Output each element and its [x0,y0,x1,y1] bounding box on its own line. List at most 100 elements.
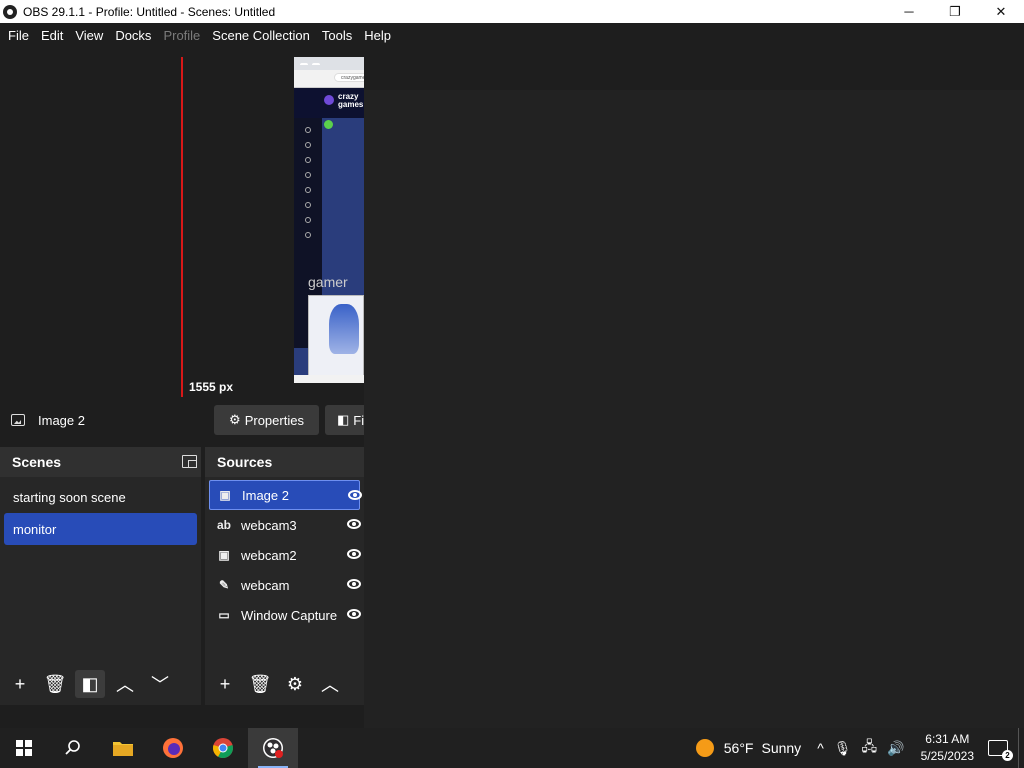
captured-logo-icon [324,95,334,105]
menu-scene-collection[interactable]: Scene Collection [206,28,316,43]
start-button[interactable] [0,728,48,768]
visibility-eye-icon[interactable] [347,609,361,619]
visibility-eye-icon[interactable] [347,549,361,559]
source-item-window-capture[interactable]: ▭ Window Capture [209,600,361,630]
remove-scene-button[interactable]: 🗑 [40,670,70,698]
menu-edit[interactable]: Edit [35,28,69,43]
obs-taskbar-button[interactable] [248,728,298,768]
show-desktop-button[interactable] [1018,728,1024,768]
scenes-toolbar: + 🗑 ◧ ︿ ﹀ [0,669,175,699]
captured-footer [294,375,364,383]
sun-icon[interactable] [695,739,714,757]
folder-icon [113,742,133,756]
filter-icon: ◧ [81,673,99,694]
search-button[interactable] [48,728,98,768]
taskbar: 56°F Sunny ^ 🎙 🖧 🔊 6:31 AM 5/25/2023 2 [0,728,1024,768]
alignment-guide-line [181,57,183,397]
menu-bar: File Edit View Docks Profile Scene Colle… [0,23,1024,47]
window-controls: ─ ❐ ✕ [886,0,1024,23]
notification-badge: 2 [1002,750,1013,761]
visibility-eye-icon[interactable] [348,490,362,500]
restore-button[interactable]: ❐ [932,0,978,23]
weather-temperature[interactable]: 56°F [724,740,754,756]
chrome-icon [213,738,233,759]
move-scene-up-button[interactable]: ︿ [110,670,140,698]
properties-button[interactable]: ⚙ Properties [214,405,319,435]
filter-icon: ◧ [337,412,350,427]
window-title: OBS 29.1.1 - Profile: Untitled - Scenes:… [23,4,276,19]
preview-canvas[interactable]: 1555 px crazy games gamer crazygames.com… [0,47,364,397]
scene-item-starting-soon[interactable]: starting soon scene [4,481,197,513]
windows-logo-icon [16,740,32,756]
character-image [329,304,359,354]
minimize-button[interactable]: ─ [886,0,932,23]
source-item-image-2[interactable]: ▣ Image 2 [209,480,362,510]
chevron-down-icon: ﹀ [151,675,169,695]
visibility-eye-icon[interactable] [347,579,361,589]
empty-dock-area [364,90,1024,728]
source-label: Window Capture [241,607,338,623]
scenes-dock-header: Scenes [0,447,201,477]
add-source-button[interactable]: + [210,670,240,698]
window-capture-source[interactable]: crazy games gamer [294,57,364,383]
move-source-up-button[interactable]: ︿ [315,670,345,698]
gear-icon: ⚙ [286,673,304,694]
source-context-bar: Image 2 ⚙ Properties ◧ Fi [0,400,364,440]
source-item-webcam2[interactable]: ▣ webcam2 [209,540,361,570]
source-item-webcam[interactable]: ✎ webcam [209,570,361,600]
image-icon [11,414,25,426]
gear-icon: ⚙ [229,412,241,427]
selected-source-name: Image 2 [38,412,85,428]
move-scene-down-button[interactable]: ﹀ [145,670,175,698]
chevron-up-icon: ︿ [321,675,339,695]
chevron-up-icon[interactable]: ^ [817,740,824,756]
captured-tab [312,62,320,65]
clock-time: 6:31 AM [925,732,970,746]
search-icon [65,740,80,755]
weather-description[interactable]: Sunny [761,740,801,756]
menu-view[interactable]: View [69,28,109,43]
filters-label: Fi [353,412,364,428]
undock-icon[interactable] [182,455,197,468]
brush-icon: ✎ [218,578,230,592]
clock[interactable]: 6:31 AM 5/25/2023 [921,731,974,765]
menu-profile[interactable]: Profile [157,28,206,43]
chrome-button[interactable] [198,728,248,768]
scenes-dock: Scenes starting soon scene monitor + 🗑 ◧… [0,447,201,705]
scene-filters-button[interactable]: ◧ [75,670,105,698]
speaker-icon[interactable]: 🔊 [887,740,904,757]
sources-dock-header: Sources [205,447,364,477]
plus-icon: + [219,673,231,694]
menu-docks[interactable]: Docks [109,28,157,43]
window-icon: ▭ [218,608,230,622]
menu-help[interactable]: Help [358,28,397,43]
captured-tab-row [294,57,364,70]
firefox-button[interactable] [148,728,198,768]
notification-icon[interactable]: 2 [988,740,1013,761]
system-tray: 56°F Sunny ^ 🎙 🖧 🔊 6:31 AM 5/25/2023 2 [695,728,1024,768]
image-source-preview[interactable] [308,295,364,377]
remove-source-button[interactable]: 🗑 [245,670,275,698]
captured-overlay-text: gamer [308,274,348,290]
network-icon[interactable]: 🖧 [862,736,878,760]
source-item-webcam3[interactable]: ab webcam3 [209,510,361,540]
add-scene-button[interactable]: + [5,670,35,698]
menu-tools[interactable]: Tools [316,28,358,43]
source-properties-button[interactable]: ⚙ [280,670,310,698]
distance-label: 1555 px [189,380,234,394]
image-icon: ▣ [219,488,231,502]
title-bar: OBS 29.1.1 - Profile: Untitled - Scenes:… [0,0,1024,23]
firefox-icon [163,738,183,758]
source-label: Image 2 [242,487,289,503]
filters-button[interactable]: ◧ Fi [325,405,364,435]
captured-logo-text: crazy games [338,92,364,109]
visibility-eye-icon[interactable] [347,519,361,529]
menu-file[interactable]: File [2,28,35,43]
scene-item-monitor[interactable]: monitor [4,513,197,545]
close-button[interactable]: ✕ [978,0,1024,23]
captured-browser-bar: crazygames.com/game/cubes-2048-io [294,57,364,88]
microphone-icon[interactable]: 🎙 [834,740,852,757]
source-label: webcam2 [241,547,297,563]
source-list: ▣ Image 2 ab webcam3 ▣ webcam2 ✎ webcam … [205,477,364,630]
file-explorer-button[interactable] [98,728,148,768]
